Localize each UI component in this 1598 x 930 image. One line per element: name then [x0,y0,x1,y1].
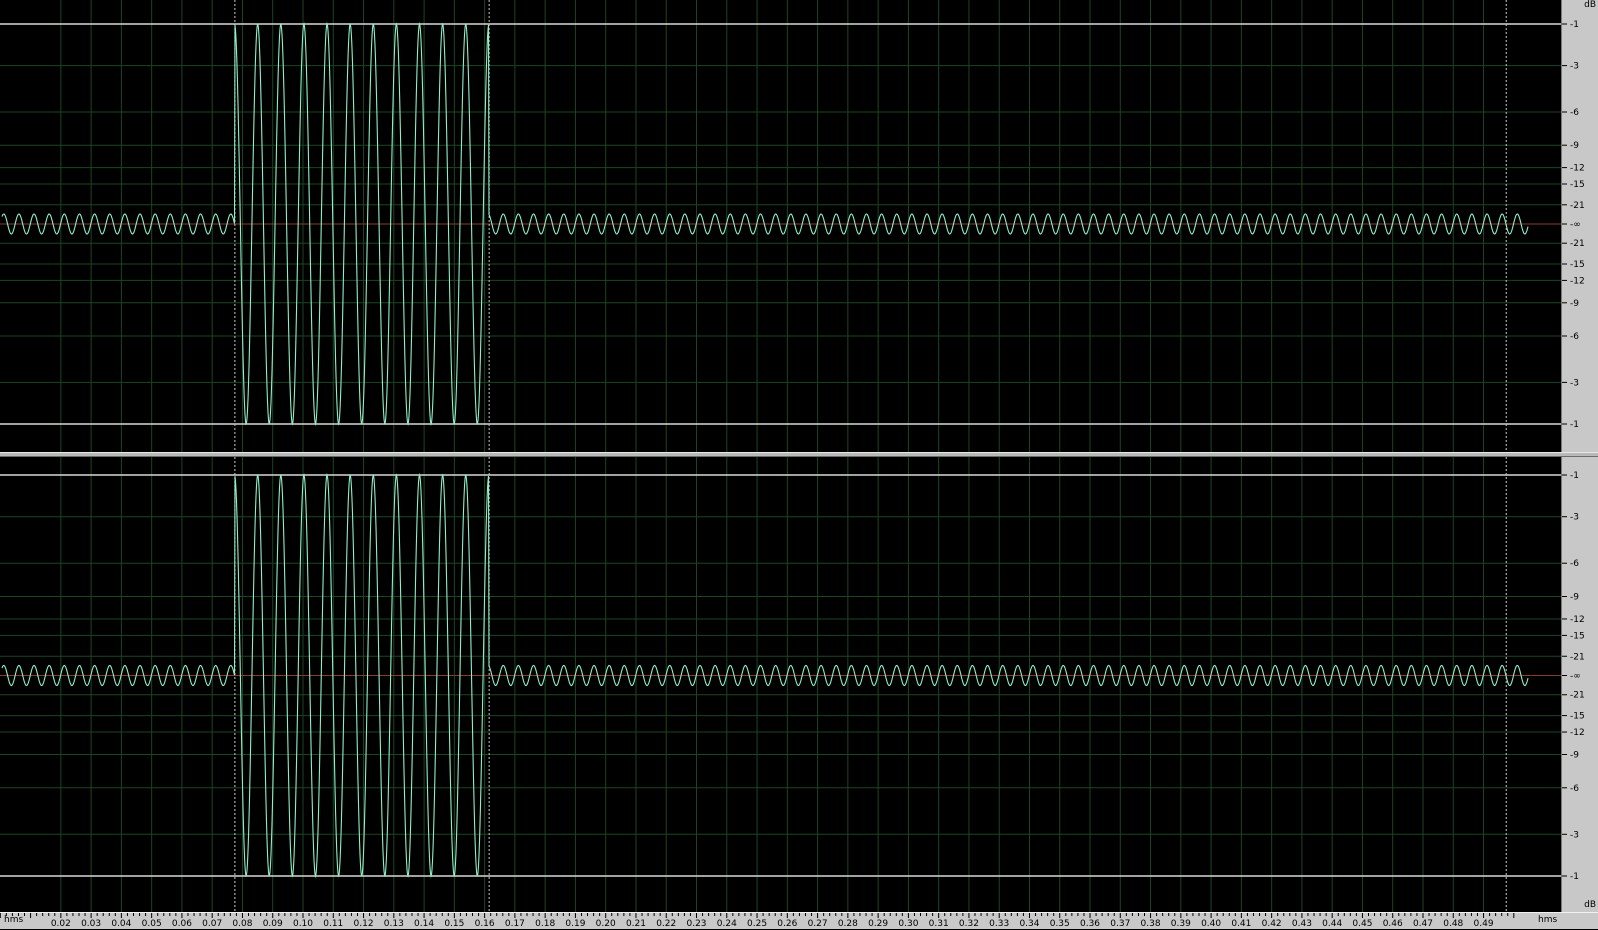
db-tick-label: -1 [1570,471,1579,481]
ruler-tick-label: 0.45 [1352,919,1372,929]
waveform-channel-left[interactable] [0,0,1562,452]
db-tick-label: -21 [1570,201,1585,211]
ruler-tick-label: 0.20 [596,919,616,929]
db-tick-label: -3 [1570,62,1579,72]
ruler-tick-label: 0.22 [656,919,676,929]
ruler-tick-label: 0.09 [263,919,283,929]
ruler-tick-label: 0.03 [81,919,101,929]
ruler-ticks: 0.02 0.03 0.04 0.05 0.06 0.07 0.08 0.09 0.10 0.11… [0,913,1515,929]
db-tick-label: -21 [1570,652,1585,662]
db-tick-label: -9 [1570,299,1579,309]
ruler-tick-label: 0.29 [868,919,888,929]
ruler-tick-label: 0.48 [1443,919,1463,929]
ruler-tick-label: 0.14 [414,919,434,929]
db-scale-left: dB -1 -3 -6 -9 -12 -15 -21 -∞ -21 -15 -12 -9 -6 -3 -1 [1561,0,1598,452]
ruler-tick-label: 0.23 [686,919,706,929]
ruler-tick-label: 0.36 [1080,919,1100,929]
ruler-tick-label: 0.40 [1201,919,1221,929]
db-tick-label: -9 [1570,141,1579,151]
ruler-tick-label: 0.02 [51,919,71,929]
ruler-tick-label: 0.17 [505,919,525,929]
ruler-tick-label: 0.46 [1383,919,1403,929]
db-tick-label: -6 [1570,784,1579,794]
db-scale-ticks: -1 -3 -6 -9 -12 -15 -21 -∞ -21 -15 -12 -9 -6 -3 -1 [1562,471,1585,882]
waveform-canvas [0,457,1562,912]
ruler-tick-label: 0.34 [1019,919,1039,929]
db-tick-label: -12 [1570,164,1585,174]
ruler-tick-label: 0.10 [293,919,313,929]
ruler-tick-label: 0.25 [747,919,767,929]
db-tick-label: -3 [1570,513,1579,523]
ruler-tick-label: 0.05 [142,919,162,929]
ruler-tick-label: 0.27 [808,919,828,929]
db-tick-label: -12 [1570,728,1585,738]
db-tick-label: -6 [1570,332,1579,342]
db-tick-label: -15 [1570,712,1585,722]
db-tick-label: -15 [1570,260,1585,270]
db-tick-label: -21 [1570,239,1585,249]
ruler-tick-label: 0.15 [444,919,464,929]
ruler-tick-label: 0.16 [475,919,495,929]
ruler-tick-label: 0.06 [172,919,192,929]
ruler-tick-label: 0.30 [898,919,918,929]
ruler-tick-label: 0.24 [717,919,737,929]
ruler-tick-label: 0.08 [232,919,252,929]
ruler-tick-label: 0.26 [777,919,797,929]
ruler-tick-label: 0.28 [838,919,858,929]
ruler-tick-label: 0.18 [535,919,555,929]
db-tick-label: -15 [1570,631,1585,641]
time-ruler[interactable]: hms hms 0.02 0.03 0.04 0.05 0.06 0.07 0.08 0.09… [0,912,1598,929]
db-tick-label: -1 [1570,20,1579,30]
waveform-channel-right[interactable] [0,457,1562,912]
db-tick-label: -21 [1570,691,1585,701]
db-tick-label: -6 [1570,559,1579,569]
ruler-tick-label: 0.42 [1262,919,1282,929]
ruler-tick-label: 0.38 [1141,919,1161,929]
db-tick-label: -3 [1570,830,1579,840]
ruler-tick-label: 0.19 [565,919,585,929]
waveform-canvas [0,0,1562,452]
ruler-tick-label: 0.37 [1110,919,1130,929]
ruler-tick-label: 0.39 [1171,919,1191,929]
ruler-tick-label: 0.33 [989,919,1009,929]
db-tick-label: -12 [1570,276,1585,286]
db-tick-label: -15 [1570,180,1585,190]
ruler-tick-label: 0.31 [929,919,949,929]
ruler-tick-label: 0.13 [384,919,404,929]
db-tick-label: -12 [1570,615,1585,625]
ruler-tick-label: 0.07 [202,919,222,929]
db-tick-label: -∞ [1570,672,1581,682]
ruler-tick-label: 0.04 [111,919,131,929]
db-tick-label: -1 [1570,872,1579,882]
db-scale-ticks: -1 -3 -6 -9 -12 -15 -21 -∞ -21 -15 -12 -9 -6 -3 -1 [1562,20,1585,430]
ruler-tick-label: 0.11 [323,919,343,929]
ruler-tick-label: 0.41 [1231,919,1251,929]
ruler-tick-label: 0.12 [354,919,374,929]
db-tick-label: -9 [1570,750,1579,760]
waveform-editor: dB -1 -3 -6 -9 -12 -15 -21 -∞ -21 -15 -12 -9 -6 -3 -1 … [0,0,1598,929]
db-tick-label: -1 [1570,420,1579,430]
ruler-tick-label: 0.32 [959,919,979,929]
db-tick-label: -∞ [1570,220,1581,230]
db-tick-label: -3 [1570,378,1579,388]
ruler-tick-label: 0.44 [1322,919,1342,929]
db-tick-label: -9 [1570,593,1579,603]
ruler-tick-label: 0.21 [626,919,646,929]
ruler-tick-label: 0.35 [1050,919,1070,929]
ruler-tick-label: 0.43 [1292,919,1312,929]
db-scale-right: dB -1 -3 -6 -9 -12 -15 -21 -∞ -21 -15 -12 -9 -6 -3 -1 [1561,457,1598,912]
ruler-tick-label: 0.47 [1413,919,1433,929]
db-tick-label: -6 [1570,108,1579,118]
ruler-tick-label: 0.49 [1474,919,1494,929]
